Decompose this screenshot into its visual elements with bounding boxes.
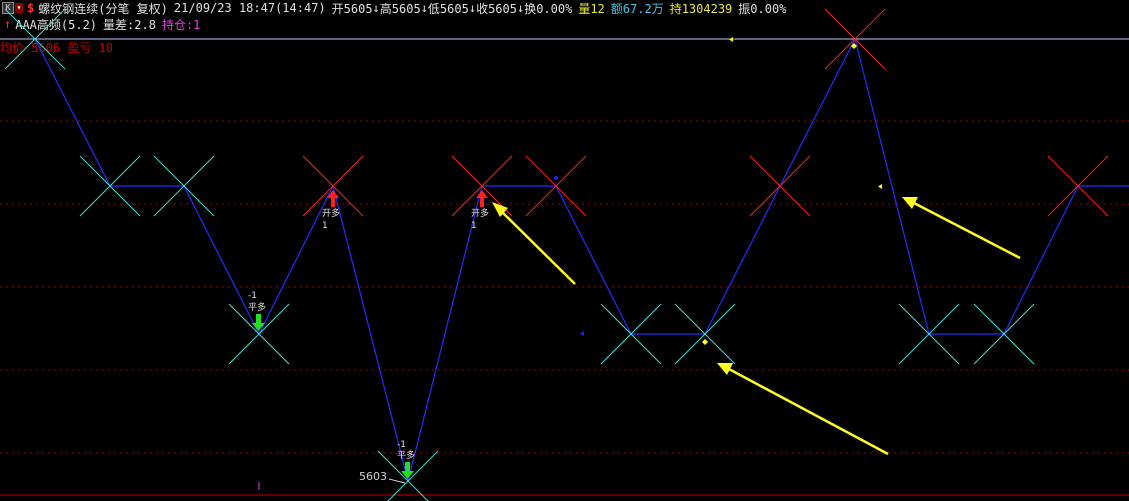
price-chart[interactable]: -1 平多 开多 1 开多 1 -1 平多 5603 [0, 0, 1129, 501]
dot-marker [554, 176, 558, 180]
cursor-marker [878, 184, 882, 189]
marker-0-line2: 平多 [248, 301, 266, 313]
annotation-arrow [492, 202, 576, 285]
price-line [34, 37, 1129, 482]
low-price-label: 5603 [359, 470, 387, 483]
annotation-arrow [717, 363, 889, 456]
marker-2-line1: 开多 [471, 207, 489, 219]
cursor-marker [580, 331, 584, 336]
marker-3-line2: 平多 [397, 449, 415, 461]
marker-0-line1: -1 [248, 291, 257, 301]
cross-markers [4, 8, 1109, 501]
annotation-arrow [902, 197, 1021, 260]
marker-1-line1: 开多 [322, 207, 340, 219]
cross-marker [228, 303, 290, 365]
dot-marker [702, 339, 708, 345]
marker-3-line1: -1 [397, 440, 406, 450]
marker-2-line2: 1 [471, 221, 477, 231]
cursor-marker [729, 37, 733, 42]
cross-marker [749, 155, 811, 217]
marker-1-line2: 1 [322, 221, 328, 231]
